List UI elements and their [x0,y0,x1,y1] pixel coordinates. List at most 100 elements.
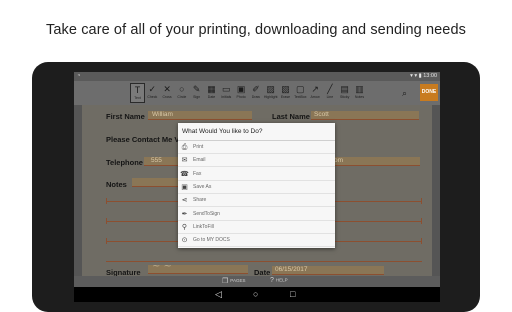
bottom-bar: ❐ PAGES ? HELP [74,276,440,287]
docs-icon: ⊙ [181,237,188,245]
menu-item-label: SendToSign [193,210,220,217]
pages-icon: ❐ [222,278,229,285]
contact-label: Please Contact Me Via [106,135,186,144]
tool-label: Text [134,96,141,100]
tool-date[interactable]: ▦ Date [204,83,219,103]
tool-notes-icon: ▥ [355,84,364,94]
tool-label: Circle [177,95,187,99]
menu-item-sendtosign[interactable]: ✒ SendToSign [178,208,335,221]
tool-arrow-icon: ↗ [311,84,319,94]
pages-button[interactable]: ❐ PAGES [222,277,245,285]
tool-highlight-icon: ▨ [266,84,275,94]
tool-photo-icon: ▣ [236,84,246,94]
menu-item-share[interactable]: ⋖ Share [178,194,335,208]
tool-label: Initials [221,95,232,99]
menu-item-label: Share [193,197,207,204]
tool-notes[interactable]: ▥ Notes [352,83,367,103]
tool-cross[interactable]: ✕ Cross [160,83,175,103]
menu-item-email[interactable]: ✉ Email [178,154,335,168]
tool-sticky[interactable]: ▤ Sticky [337,83,352,103]
help-label: HELP [275,277,288,283]
first-name-label: First Name [106,112,145,121]
done-button[interactable]: DONE [420,84,438,101]
tool-label: Photo [236,95,246,99]
telephone-area-value: 555 [151,157,162,164]
save-icon: ▣ [181,183,188,191]
link-icon: ⚲ [181,223,188,231]
printer-icon: ⎙ [181,144,188,151]
recents-icon[interactable]: □ [290,289,295,300]
share-options-dialog: What Would You like to Do? ⎙ Print ✉ Email ☎… [178,123,335,248]
telephone-label: Telephone [106,158,143,167]
help-icon: ? [270,277,274,284]
last-name-value: Scott [314,111,329,118]
tool-text[interactable]: T Text [130,83,145,103]
status-time: 13:00 [423,73,437,79]
tool-photo[interactable]: ▣ Photo [234,83,249,103]
tool-line[interactable]: ╱ Line [322,83,337,103]
tool-initials-icon: ▭ [222,84,231,94]
tool-label: Highlight [263,95,278,99]
tool-text-icon: T [134,85,141,95]
menu-item-label: Email [193,157,206,164]
tool-draw-icon: ✐ [252,84,260,94]
help-button[interactable]: ? HELP [270,277,288,284]
menu-item-linktofill[interactable]: ⚲ LinkToFill [178,221,335,234]
menu-item-label: Go to MY DOCS [193,237,230,244]
first-name-value: William [152,111,173,118]
tool-sign-icon: ✎ [192,84,201,94]
menu-item-fax[interactable]: ☎ Fax [178,168,335,181]
last-name-label: Last Name [272,112,310,121]
tool-label: Notes [354,95,365,99]
tool-label: TextBox [294,95,307,99]
menu-item-go-to-my-docs[interactable]: ⊙ Go to MY DOCS [178,234,335,248]
tool-initials[interactable]: ▭ Initials [219,83,234,103]
share-icon: ⋖ [181,197,188,205]
pages-label: PAGES [230,278,246,284]
line-tick [106,238,107,244]
menu-item-label: Save As [193,183,212,190]
line-tick [421,218,422,224]
status-icons: ▾ ▾ ▮ [410,73,422,79]
tool-date-icon: ▦ [207,84,216,94]
signature-mark: ~ ~ [152,261,172,272]
tool-circle[interactable]: ○ Circle [174,83,189,103]
status-bar: ◔ ▾ ▾ ▮ 13:00 [74,72,440,81]
notes-label: Notes [106,180,127,189]
tool-erase[interactable]: ▧ Erase [278,83,293,103]
email-field[interactable] [330,157,420,166]
pen-icon: ✒ [181,210,188,218]
menu-item-label: Fax [193,170,202,177]
search-icon[interactable]: ⌕ [402,88,407,99]
tool-textbox[interactable]: ▢ TextBox [293,83,308,103]
tool-erase-icon: ▧ [281,84,290,94]
tool-label: Arrow [310,95,320,99]
tool-label: Draw [251,95,260,99]
tool-circle-icon: ○ [179,84,185,94]
tool-label: Sign [193,95,201,99]
tool-arrow[interactable]: ↗ Arrow [308,83,323,103]
tool-check-icon: ✓ [148,84,157,94]
tool-sign[interactable]: ✎ Sign [189,83,204,103]
menu-item-label: LinkToFill [193,223,214,230]
tool-label: Check [147,95,158,99]
tool-check[interactable]: ✓ Check [145,83,160,103]
fax-icon: ☎ [180,170,189,178]
tool-line-icon: ╱ [327,84,333,94]
tool-cross-icon: ✕ [163,84,171,94]
android-nav-bar: ◁ ○ □ [74,287,440,302]
annotation-toolbar: T Text ✓ Check ✕ Cross ○ Circle ✎ Sign ▦ Date ▭ Initi… [74,81,440,105]
tool-label: Line [326,95,334,99]
line-tick [421,238,422,244]
tool-draw[interactable]: ✐ Draw [248,83,263,103]
tool-highlight[interactable]: ▨ Highlight [263,83,278,103]
home-icon[interactable]: ○ [253,289,258,300]
tool-label: Sticky [340,95,350,99]
menu-item-print[interactable]: ⎙ Print [178,141,335,154]
menu-item-save-as[interactable]: ▣ Save As [178,181,335,194]
tool-label: Date [207,95,216,99]
back-icon[interactable]: ◁ [215,289,222,300]
app-notification-icon: ◔ [77,73,81,79]
tool-textbox-icon: ▢ [296,84,305,94]
dialog-title: What Would You like to Do? [182,128,263,135]
